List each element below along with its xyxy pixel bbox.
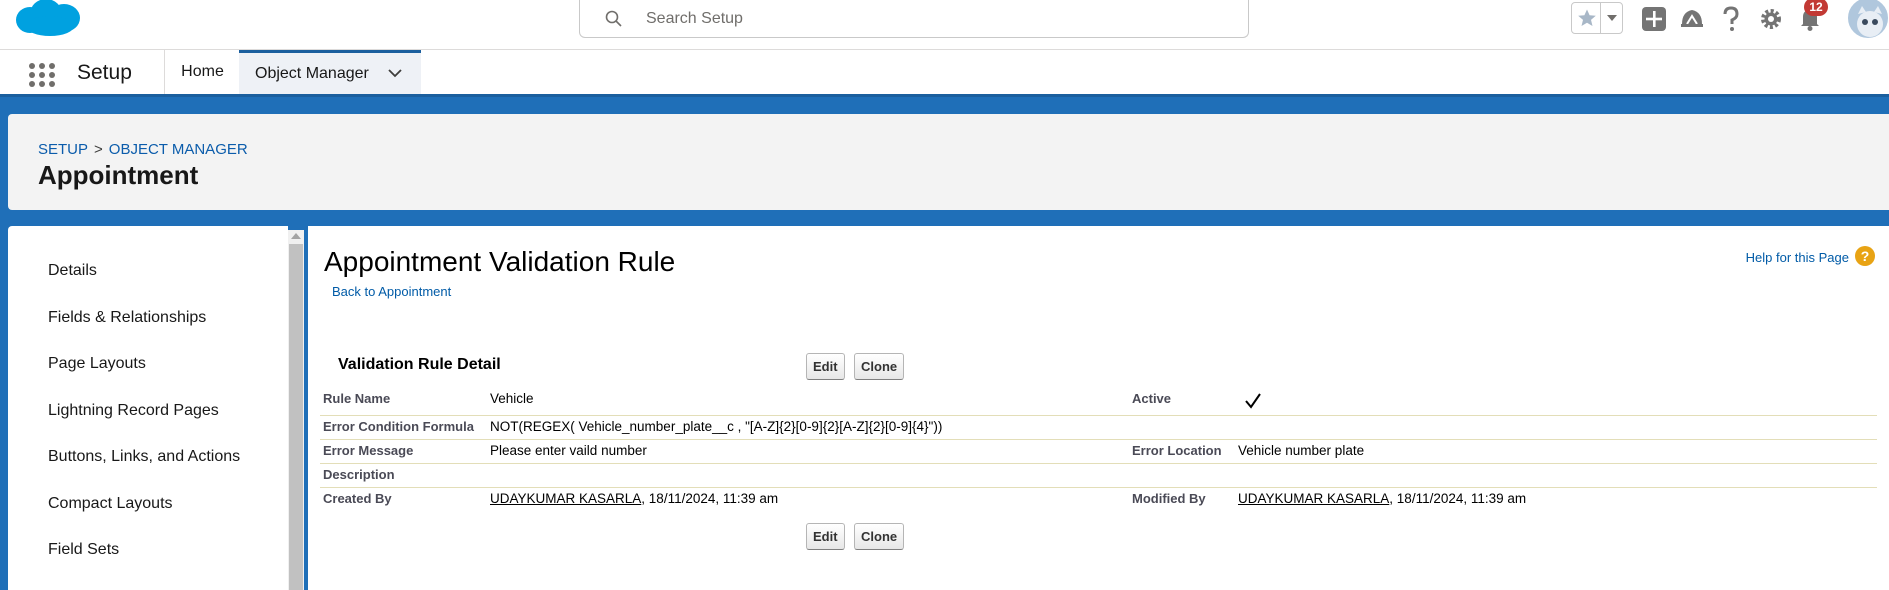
app-navigation-bar: Setup Home Object Manager [0, 50, 1889, 97]
search-icon [605, 10, 622, 27]
active-label: Active [1132, 391, 1172, 406]
scroll-up-arrow-icon[interactable] [291, 233, 301, 239]
sidebar-item-fields-relationships[interactable]: Fields & Relationships [48, 309, 206, 327]
clone-button-bottom[interactable]: Clone [854, 523, 905, 550]
breadcrumb-setup[interactable]: SETUP [38, 141, 88, 158]
notification-badge: 12 [1804, 0, 1828, 16]
avatar[interactable] [1846, 0, 1889, 40]
row-divider [320, 439, 1877, 440]
error-condition-value: NOT(REGEX( Vehicle_number_plate__c , "[A… [490, 419, 943, 434]
scrollbar-thumb[interactable] [289, 244, 303, 590]
description-label: Description [323, 467, 395, 482]
row-divider [320, 487, 1877, 488]
tab-home-label[interactable]: Home [181, 63, 224, 81]
error-message-value: Please enter vaild number [490, 443, 647, 458]
created-by-user-link[interactable]: UDAYKUMAR KASARLA [490, 491, 641, 506]
sidebar-item-lightning-record-pages[interactable]: Lightning Record Pages [48, 402, 219, 420]
modified-by-value: UDAYKUMAR KASARLA, 18/11/2024, 11:39 am [1238, 491, 1526, 506]
global-search[interactable]: Search Setup [579, 0, 1249, 38]
sidebar-item-details[interactable]: Details [48, 262, 97, 280]
object-sidebar: Details Fields & Relationships Page Layo… [8, 226, 288, 590]
breadcrumb-object-manager[interactable]: OBJECT MANAGER [109, 141, 248, 158]
trailhead-icon[interactable] [1677, 4, 1707, 34]
chevron-down-icon[interactable] [387, 65, 403, 81]
sidebar-item-field-sets[interactable]: Field Sets [48, 541, 119, 559]
rule-name-label: Rule Name [323, 391, 391, 406]
search-placeholder[interactable]: Search Setup [646, 10, 743, 28]
chevron-down-icon[interactable] [1600, 3, 1622, 33]
error-location-label: Error Location [1132, 443, 1222, 458]
page-title: Appointment [38, 160, 199, 190]
created-by-date: , 18/11/2024, 11:39 am [641, 491, 779, 506]
page-header: SETUP > OBJECT MANAGER Appointment [8, 114, 1889, 210]
clone-button[interactable]: Clone [854, 353, 905, 380]
gear-icon[interactable] [1756, 4, 1786, 34]
row-divider [320, 463, 1877, 464]
error-message-label: Error Message [323, 443, 414, 458]
modified-by-label: Modified By [1132, 491, 1206, 506]
modified-by-date: , 18/11/2024, 11:39 am [1389, 491, 1527, 506]
validation-rule-title: Appointment Validation Rule [324, 246, 676, 277]
active-checkmark-icon [1245, 393, 1261, 409]
app-launcher-icon[interactable] [28, 62, 56, 88]
breadcrumb-separator: > [94, 141, 103, 158]
sidebar-item-buttons-links-actions[interactable]: Buttons, Links, and Actions [48, 448, 240, 466]
add-icon[interactable] [1639, 4, 1669, 34]
rule-name-value: Vehicle [490, 391, 534, 406]
section-title: Validation Rule Detail [338, 356, 501, 373]
breadcrumb: SETUP > OBJECT MANAGER [38, 141, 248, 158]
back-to-appointment-link[interactable]: Back to Appointment [332, 284, 451, 299]
tab-object-manager[interactable]: Object Manager [239, 50, 421, 94]
tab-home[interactable]: Home [164, 50, 240, 94]
error-location-value: Vehicle number plate [1238, 443, 1365, 458]
help-icon[interactable]: ? [1855, 246, 1875, 266]
sidebar-item-compact-layouts[interactable]: Compact Layouts [48, 495, 173, 513]
edit-button[interactable]: Edit [806, 353, 845, 380]
favorites-button[interactable] [1571, 2, 1623, 34]
modified-by-user-link[interactable]: UDAYKUMAR KASARLA [1238, 491, 1389, 506]
main-content: Appointment Validation Rule Back to Appo… [308, 226, 1889, 590]
created-by-value: UDAYKUMAR KASARLA, 18/11/2024, 11:39 am [490, 491, 778, 506]
error-condition-label: Error Condition Formula [323, 419, 474, 434]
row-divider [320, 415, 1877, 416]
app-name: Setup [77, 61, 132, 84]
sidebar-scrollbar[interactable] [288, 230, 304, 590]
sidebar-item-page-layouts[interactable]: Page Layouts [48, 355, 146, 373]
salesforce-cloud-logo[interactable] [10, 0, 84, 42]
tab-object-manager-label[interactable]: Object Manager [255, 65, 369, 83]
created-by-label: Created By [323, 491, 392, 506]
help-icon[interactable] [1716, 4, 1746, 34]
global-header: Search Setup 12 [0, 0, 1889, 50]
star-icon[interactable] [1572, 3, 1602, 33]
edit-button-bottom[interactable]: Edit [806, 523, 845, 550]
help-for-this-page-link[interactable]: Help for this Page [1746, 250, 1849, 265]
